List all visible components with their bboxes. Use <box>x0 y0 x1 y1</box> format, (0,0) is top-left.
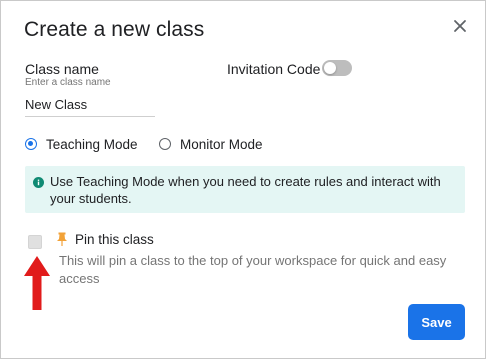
radio-selected-icon <box>25 138 37 150</box>
radio-label: Monitor Mode <box>180 136 263 152</box>
save-button[interactable]: Save <box>408 304 465 340</box>
radio-label: Teaching Mode <box>46 136 138 152</box>
class-name-input[interactable] <box>25 93 155 117</box>
info-banner: Use Teaching Mode when you need to creat… <box>25 166 465 213</box>
dialog-title: Create a new class <box>24 18 205 41</box>
pin-class-label: Pin this class <box>75 232 154 247</box>
close-icon[interactable] <box>449 15 471 37</box>
radio-monitor-mode[interactable]: Monitor Mode <box>159 136 263 152</box>
radio-teaching-mode[interactable]: Teaching Mode <box>25 136 138 152</box>
pin-class-checkbox[interactable] <box>28 235 42 249</box>
info-text: Use Teaching Mode when you need to creat… <box>50 174 441 206</box>
class-name-label: Class name <box>25 61 99 77</box>
pin-class-description: This will pin a class to the top of your… <box>59 253 447 286</box>
create-class-dialog: Create a new class Class name Enter a cl… <box>0 0 486 359</box>
pin-icon <box>56 232 68 246</box>
class-name-hint: Enter a class name <box>25 77 111 88</box>
toggle-knob <box>324 62 336 74</box>
info-icon <box>33 177 44 188</box>
radio-unselected-icon <box>159 138 171 150</box>
red-up-arrow-icon <box>22 254 52 312</box>
invitation-code-toggle[interactable] <box>322 60 352 76</box>
invitation-code-label: Invitation Code <box>227 61 321 77</box>
